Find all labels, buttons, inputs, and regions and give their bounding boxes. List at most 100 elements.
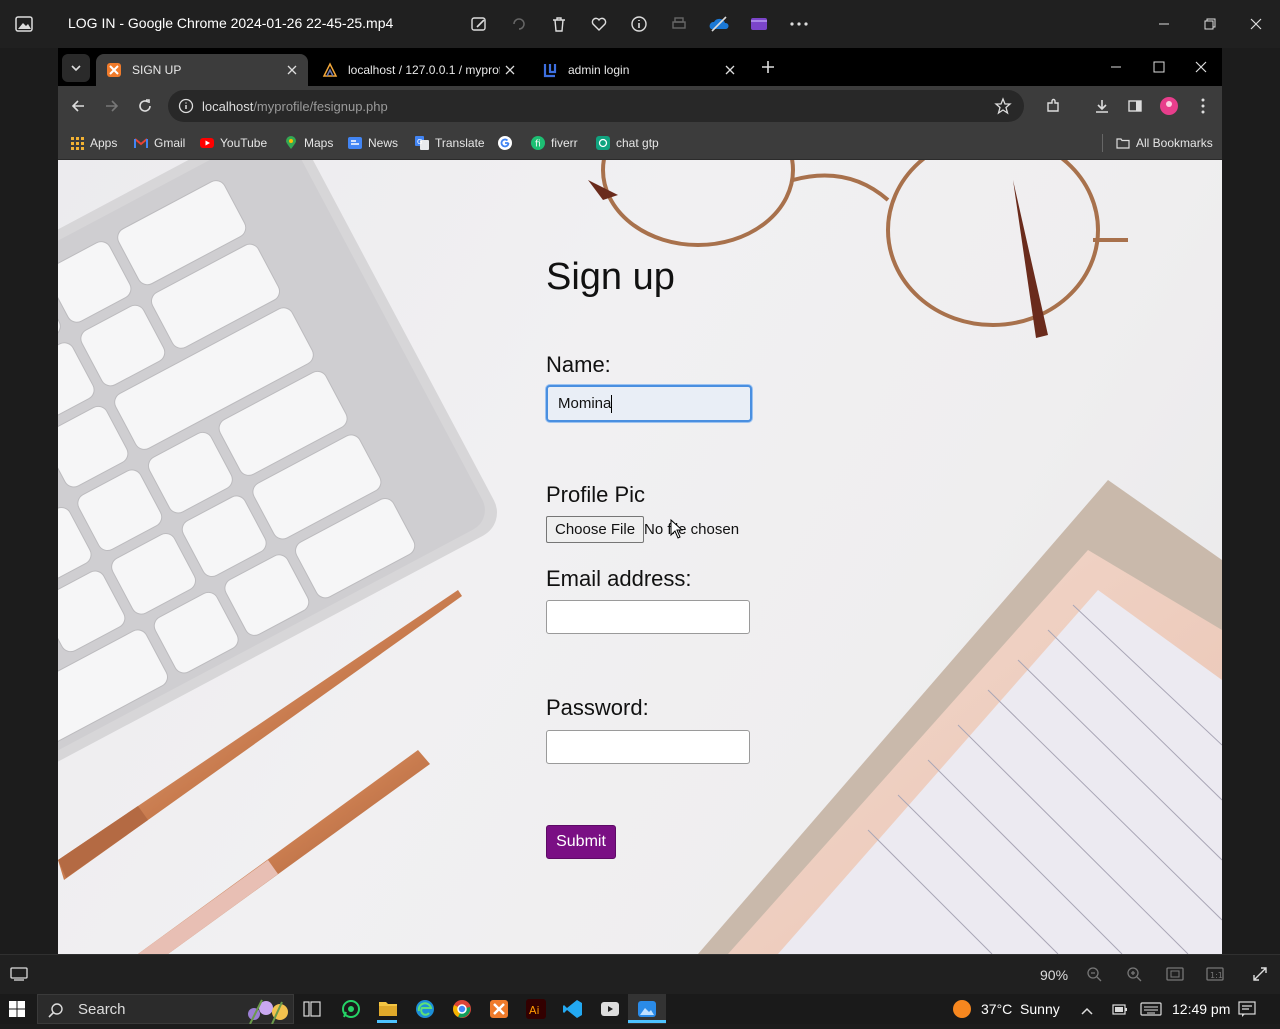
tab-close-icon[interactable] [500,60,520,80]
tab-admin-login[interactable]: admin login [532,54,746,86]
submit-button[interactable]: Submit [546,825,616,859]
chrome-maximize-icon[interactable] [1145,53,1173,81]
mouse-cursor-icon [670,518,684,544]
show-hidden-icons-icon[interactable] [1080,1003,1094,1021]
restore-icon[interactable] [1194,8,1226,40]
bookmark-apps[interactable]: Apps [70,134,117,152]
reload-icon[interactable] [131,92,159,120]
weather-sun-icon [952,999,972,1024]
tab-close-icon[interactable] [720,60,740,80]
all-bookmarks-button[interactable]: All Bookmarks [1116,134,1213,152]
bookmark-label: fiverr [551,136,578,150]
bookmark-news[interactable]: News [348,134,398,152]
translate-icon: G [415,136,429,150]
edit-image-icon[interactable] [467,12,491,36]
explorer-active-indicator [377,1020,397,1023]
taskbar-search-box[interactable]: Search [37,994,294,1025]
weather-text[interactable]: 37°C Sunny [981,1001,1060,1017]
gmail-icon [134,136,148,150]
viewer-title: LOG IN - Google Chrome 2024-01-26 22-45-… [68,15,394,31]
page-title: Sign up [546,256,675,298]
zoom-level: 90% [1040,967,1069,983]
actual-size-icon[interactable]: 1:1 [1206,967,1224,986]
svg-text:Ai: Ai [529,1004,540,1017]
tab-phpmyadmin[interactable]: localhost / 127.0.0.1 / myprof / [312,54,526,86]
illustrator-icon[interactable]: Ai [526,999,546,1024]
close-icon[interactable] [1240,8,1272,40]
clock-time[interactable]: 12:49 pm [1172,1001,1230,1017]
bookmark-translate[interactable]: G Translate [415,134,485,152]
tab-close-icon[interactable] [282,60,302,80]
side-panel-icon[interactable] [1121,92,1149,120]
password-field[interactable] [546,730,750,764]
vscode-icon[interactable] [563,999,583,1024]
chrome-menu-icon[interactable] [1189,92,1217,120]
print-icon[interactable] [667,12,691,36]
bookmark-google[interactable] [498,134,518,152]
url-text[interactable]: localhost/myprofile/fesignup.php [202,99,388,114]
email-field[interactable] [546,600,750,634]
bookmark-chat-gtp[interactable]: chat gtp [596,134,659,152]
notifications-icon[interactable] [1238,1000,1256,1023]
youtube-icon [200,136,214,150]
chrome-close-icon[interactable] [1187,53,1215,81]
tab-title: localhost / 127.0.0.1 / myprof / [348,63,500,77]
chrome-taskbar-icon[interactable] [452,999,472,1024]
address-bar[interactable]: localhost/myprofile/fesignup.php [168,90,1024,122]
new-tab-icon[interactable] [754,53,782,81]
name-field[interactable]: Momina [546,385,752,422]
google-icon [498,136,512,150]
rotate-icon[interactable] [507,12,531,36]
password-label: Password: [546,695,649,720]
search-highlight-icon [242,996,292,1029]
tab-sign-up[interactable]: SIGN UP [96,54,308,86]
info-icon[interactable] [627,12,651,36]
news-icon [348,136,362,150]
forward-icon[interactable] [98,92,126,120]
file-explorer-icon[interactable] [378,999,398,1022]
folder-icon [1116,136,1130,150]
bookmark-label: YouTube [220,136,268,150]
choose-file-button[interactable]: Choose File [546,516,645,543]
bookmark-gmail[interactable]: Gmail [134,134,185,152]
bookmark-label: Apps [90,136,118,150]
battery-icon[interactable] [1111,1001,1129,1022]
onedrive-icon[interactable] [707,12,731,36]
task-view-icon[interactable] [303,1001,321,1022]
apps-grid-icon [70,136,84,150]
favorite-heart-icon[interactable] [587,12,611,36]
windows-start-icon[interactable] [9,1001,25,1022]
tab-search-icon[interactable] [62,54,90,82]
fullscreen-icon[interactable] [1252,966,1268,987]
site-info-icon[interactable] [178,98,194,119]
bookmarks-bar: Apps Gmail YouTube Maps News G Translate… [58,126,1222,160]
phpmyadmin-favicon-icon [322,62,338,78]
fit-to-window-icon[interactable] [1166,967,1184,986]
delete-icon[interactable] [547,12,571,36]
tab-title: SIGN UP [132,63,182,77]
profile-avatar[interactable] [1155,92,1183,120]
bookmark-maps[interactable]: Maps [284,134,333,152]
more-options-icon[interactable] [787,12,811,36]
media-player-icon[interactable] [600,999,620,1024]
bookmark-fiverr[interactable]: fi fiverr [531,134,578,152]
viewer-title-bar: LOG IN - Google Chrome 2024-01-26 22-45-… [0,0,1280,48]
minimize-icon[interactable] [1148,8,1180,40]
download-icon[interactable] [1088,92,1116,120]
bookmark-label: Translate [435,136,485,150]
extensions-icon[interactable] [1039,92,1067,120]
clipchamp-icon[interactable] [747,12,771,36]
zoom-in-icon[interactable] [1126,966,1142,987]
whatsapp-icon[interactable] [341,999,361,1024]
fiverr-icon: fi [531,136,545,150]
xampp-taskbar-icon[interactable] [489,999,509,1024]
filmstrip-icon[interactable] [10,967,28,986]
chrome-minimize-icon[interactable] [1102,53,1130,81]
zoom-out-icon[interactable] [1086,966,1102,987]
edge-icon[interactable] [415,999,435,1024]
back-icon[interactable] [64,92,92,120]
bookmark-youtube[interactable]: YouTube [200,134,267,152]
bookmark-star-icon[interactable] [994,97,1012,120]
svg-text:G: G [417,138,422,146]
keyboard-language-icon[interactable] [1140,1002,1162,1021]
